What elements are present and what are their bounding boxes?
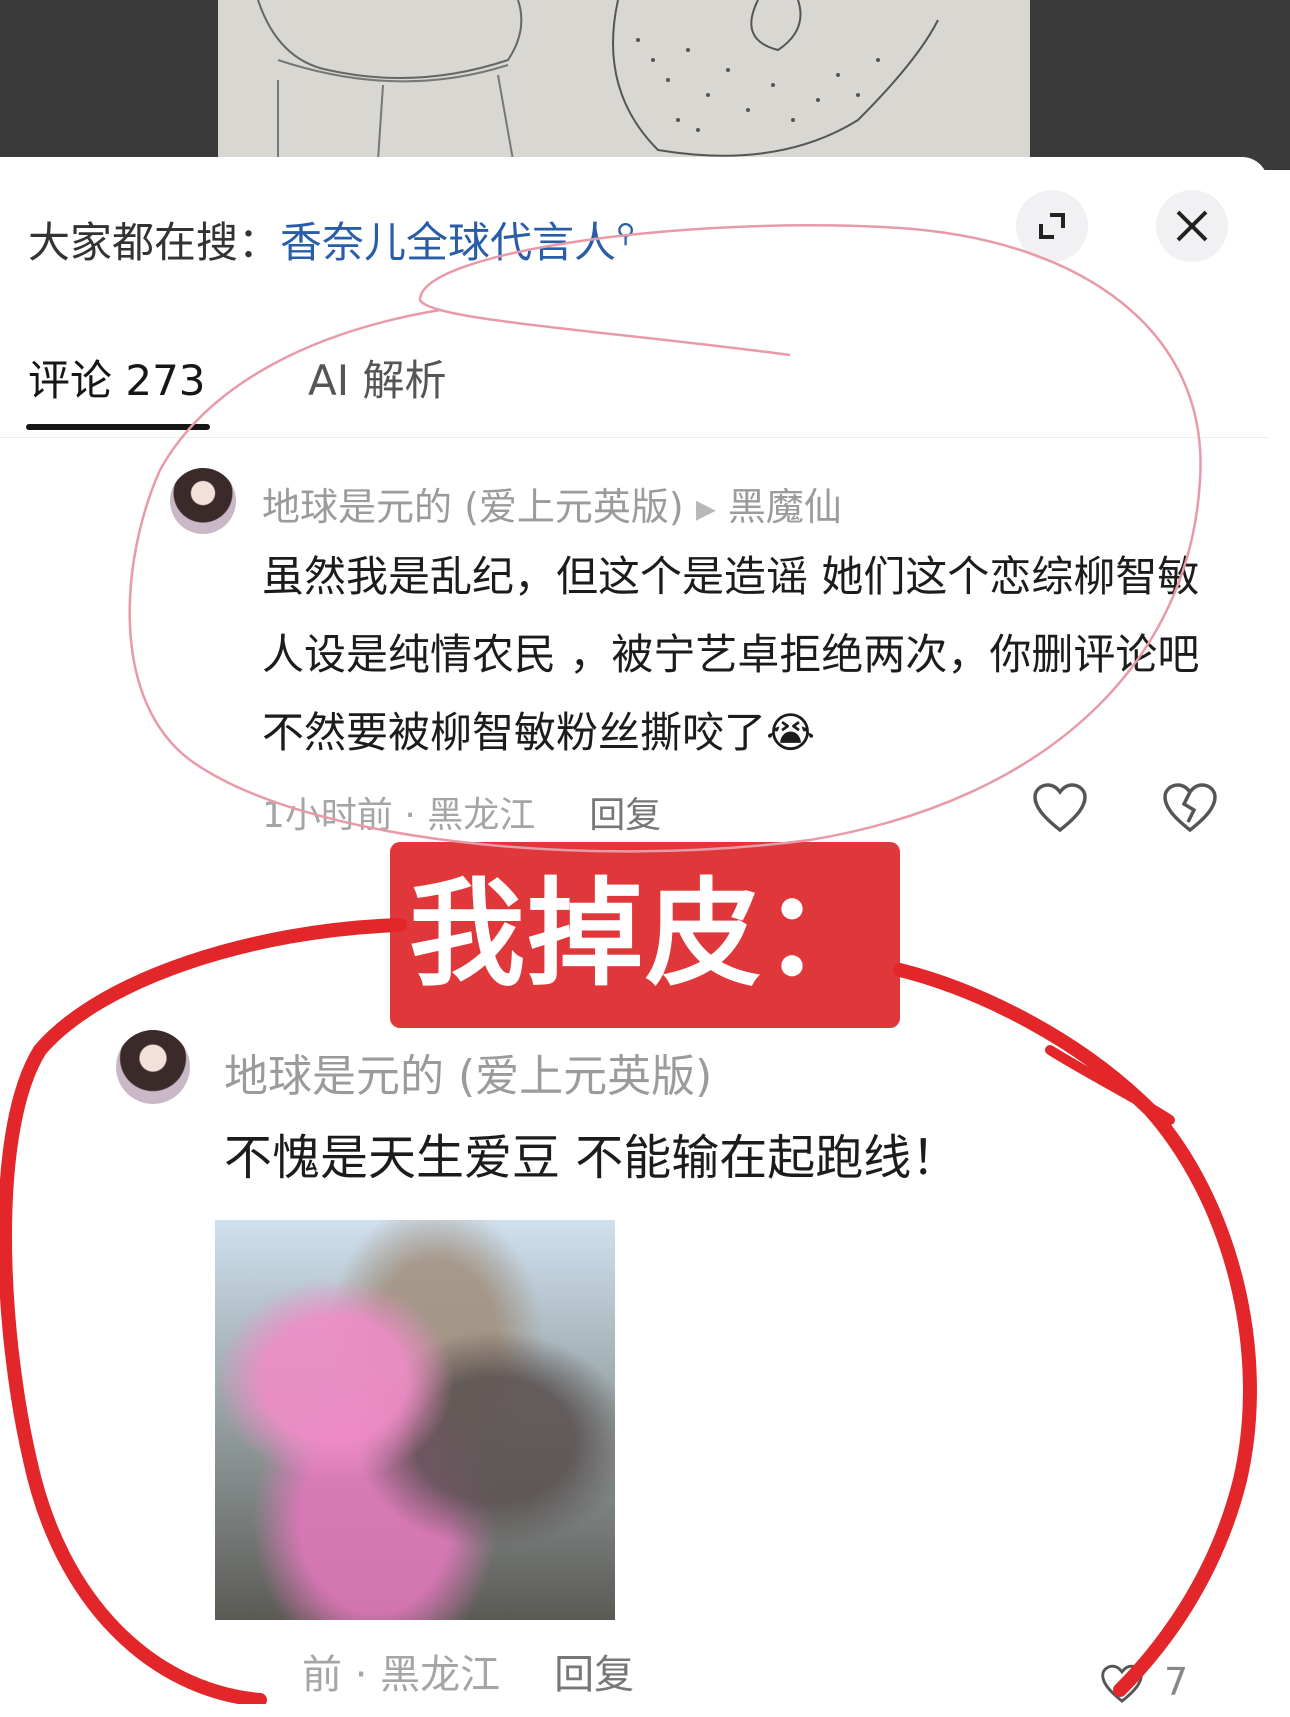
username-text: 地球是元的 (爱上元英版) — [262, 485, 684, 529]
expand-icon — [1039, 213, 1065, 239]
comment-time-location: 前 · 黑龙江 — [302, 1652, 501, 1698]
sketch-image — [218, 0, 1030, 160]
comment-text: 不愧是天生爱豆 不能输在起跑线！ — [224, 1130, 960, 1186]
avatar[interactable] — [170, 468, 236, 534]
tab-comments[interactable]: 评论 273 — [28, 347, 206, 408]
active-tab-indicator — [26, 424, 210, 430]
tab-bar: 评论 273 AI 解析 — [0, 337, 1268, 438]
avatar[interactable] — [116, 1030, 190, 1104]
reply-arrow-icon: ▶ — [695, 494, 716, 525]
broken-heart-icon[interactable] — [1162, 782, 1218, 834]
trending-search[interactable]: 大家都在搜：香奈儿全球代言人⚲ — [28, 209, 635, 270]
reply-button[interactable]: 回复 — [554, 1652, 634, 1698]
heart-icon[interactable] — [1092, 1664, 1152, 1704]
search-icon: ⚲ — [616, 219, 636, 249]
comment-meta: 前 · 黑龙江 回复 — [302, 1642, 634, 1700]
reply-to-username: 黑魔仙 — [727, 485, 842, 529]
comment-time-location: 1小时前 · 黑龙江 — [262, 795, 536, 836]
trending-keyword[interactable]: 香奈儿全球代言人 — [280, 218, 616, 267]
comment-image[interactable] — [215, 1220, 615, 1620]
comment-username[interactable]: 地球是元的 (爱上元英版) ▶ 黑魔仙 — [262, 476, 842, 531]
comment-text: 虽然我是乱纪，但这个是造谣 她们这个恋综柳智敏人设是纯情农民 ，被宁艺卓拒绝两次… — [262, 552, 1200, 757]
overlay-caption: 我掉皮： — [390, 842, 900, 1028]
reply-button[interactable]: 回复 — [589, 795, 661, 836]
video-preview — [0, 0, 1290, 170]
close-button[interactable] — [1156, 190, 1228, 262]
tab-ai-analysis[interactable]: AI 解析 — [308, 347, 446, 408]
close-icon — [1176, 210, 1208, 242]
trending-prefix: 大家都在搜： — [28, 218, 281, 267]
like-count: 7 — [1164, 1660, 1189, 1704]
expand-button[interactable] — [1016, 190, 1088, 262]
heart-icon[interactable] — [1032, 782, 1088, 834]
comment-username[interactable]: 地球是元的 (爱上元英版) — [224, 1040, 712, 1104]
comment-meta: 1小时前 · 黑龙江 回复 — [262, 786, 661, 838]
